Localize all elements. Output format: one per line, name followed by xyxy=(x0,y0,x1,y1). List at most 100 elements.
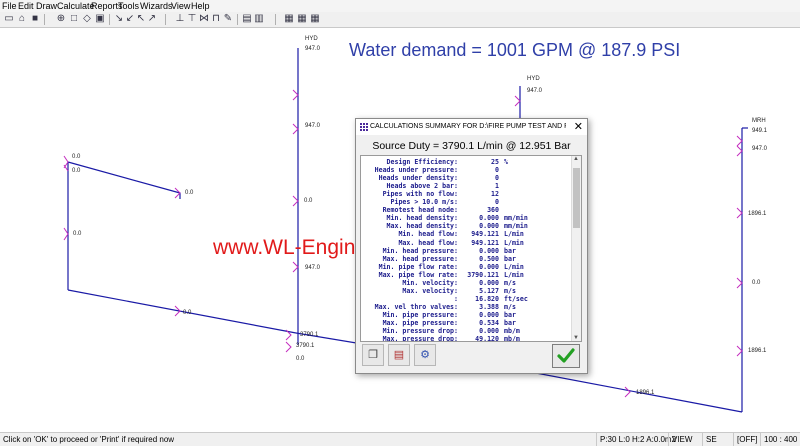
scrollbar[interactable]: ▲ ▼ xyxy=(571,156,581,341)
status-direction[interactable]: SE xyxy=(702,433,717,446)
water-demand-text: Water demand = 1001 GPM @ 187.9 PSI xyxy=(349,40,681,60)
toolbar-separator xyxy=(44,14,45,25)
status-view[interactable]: VIEW xyxy=(668,433,692,446)
node-value: 3790.1 xyxy=(296,343,315,349)
node-value: 947.0 xyxy=(527,88,543,94)
node-value: 0.0 xyxy=(72,168,81,174)
menu-bar: File Edit Draw Calculate Reports Tools W… xyxy=(0,0,800,12)
summary-row-value: 0.534 xyxy=(479,319,499,327)
summary-row-value: 949.121 xyxy=(471,230,499,239)
summary-row-value: 5.127 xyxy=(479,286,499,295)
summary-row-value: 0.500 xyxy=(479,254,499,263)
summary-row-label: Min. pipe flow rate: xyxy=(378,262,458,271)
brush-icon[interactable]: ✎ xyxy=(222,13,234,25)
close-icon[interactable]: ✕ xyxy=(574,120,583,134)
summary-row: Max. pipe pressure: 0.534 bar xyxy=(361,319,571,327)
valve-icon[interactable]: ⋈ xyxy=(198,13,210,25)
select-polygon-icon[interactable]: ◇ xyxy=(81,13,93,25)
copy-button[interactable]: ❐ xyxy=(362,344,384,366)
summary-row-value: 0 xyxy=(495,198,499,207)
tee-icon[interactable]: ⊓ xyxy=(210,13,222,25)
save-report-button[interactable]: ▤ xyxy=(388,344,410,366)
save-icon[interactable]: ■ xyxy=(29,13,41,25)
flow-marker xyxy=(736,135,743,147)
summary-row-unit: ft/sec xyxy=(504,294,528,303)
menu-tools[interactable]: Tools xyxy=(118,0,139,12)
matrix-icon[interactable]: ▦ xyxy=(296,13,308,25)
flow-marker xyxy=(292,123,299,135)
summary-row-unit: mm/min xyxy=(504,222,528,231)
scrollbar-thumb[interactable] xyxy=(573,168,580,228)
settings-report-button[interactable]: ⚙ xyxy=(414,344,436,366)
summary-row-value: 49.120 xyxy=(475,335,499,342)
summary-row-label: Max. pipe flow rate: xyxy=(378,270,458,279)
summary-row-label: Max. velocity: xyxy=(402,286,458,295)
scroll-up-icon[interactable]: ▲ xyxy=(573,156,579,162)
select-rectangle-icon[interactable]: □ xyxy=(68,13,80,25)
grid-icon[interactable]: ▦ xyxy=(283,13,295,25)
dialog-title: CALCULATIONS SUMMARY FOR D:\FIRE PUMP TE… xyxy=(370,123,566,130)
summary-row: Max. head flow: 949.121 L/min xyxy=(361,239,571,247)
menu-edit[interactable]: Edit xyxy=(18,0,34,12)
menu-draw[interactable]: Draw xyxy=(36,0,57,12)
node-value: 1896.1 xyxy=(748,211,767,217)
summary-row: Min. pressure drop: 0.000 mb/m xyxy=(361,327,571,335)
copy-report-icon[interactable]: ▤ xyxy=(241,13,253,25)
summary-row-label: Heads above 2 bar: xyxy=(386,182,458,191)
summary-row-unit: L/min xyxy=(504,270,524,279)
summary-row-label: Min. velocity: xyxy=(402,278,458,287)
pipe-node-icon[interactable]: ⊥ xyxy=(174,13,186,25)
status-coordinates: P:30 L:0 H:2 A:0.0m2 xyxy=(596,433,676,446)
ok-button[interactable] xyxy=(552,344,580,368)
summary-list[interactable]: ▲ ▼ Design Efficiency: 25% Heads under pre… xyxy=(360,155,582,342)
menu-wizards[interactable]: Wizards xyxy=(140,0,173,12)
checkmark-icon xyxy=(557,348,575,363)
node-value: 0.0 xyxy=(296,356,305,362)
node-label-hyd: HYD xyxy=(305,36,318,42)
table-icon[interactable]: ▥ xyxy=(253,13,265,25)
arrow-diagonal-icon[interactable]: ↗ xyxy=(146,13,158,25)
pipe-bottom-right xyxy=(519,369,743,413)
node-value: 0.0 xyxy=(304,198,313,204)
calculations-summary-dialog: CALCULATIONS SUMMARY FOR D:\FIRE PUMP TE… xyxy=(355,118,588,374)
summary-row-label: Max. vel thro valves: xyxy=(374,302,458,311)
summary-row: Min. head flow: 949.121 L/min xyxy=(361,230,571,238)
summary-row-unit: L/min xyxy=(504,262,524,271)
summary-row: Remotest head node: 360 xyxy=(361,206,571,214)
flow-marker xyxy=(624,386,631,398)
summary-row: Max. pipe flow rate: 3790.121 L/min xyxy=(361,271,571,279)
status-off[interactable]: [OFF] xyxy=(733,433,757,446)
summary-row-label: Min. head density: xyxy=(386,214,458,223)
flow-marker xyxy=(514,95,521,107)
settings-report-icon: ⚙ xyxy=(420,349,430,361)
scroll-down-icon[interactable]: ▼ xyxy=(573,335,579,341)
node-value: 0.0 xyxy=(183,310,192,316)
menu-help[interactable]: Help xyxy=(191,0,210,12)
menu-view[interactable]: View xyxy=(171,0,190,12)
sprinkler-head-icon[interactable]: ⊤ xyxy=(186,13,198,25)
summary-row-value: 0.000 xyxy=(479,278,499,287)
fit-screen-icon[interactable]: ▣ xyxy=(94,13,106,25)
grid-alt-icon[interactable]: ▦ xyxy=(309,13,321,25)
save-report-icon: ▤ xyxy=(393,349,405,361)
node-label-hyd: HYD xyxy=(527,76,540,82)
summary-row-unit: % xyxy=(504,158,508,166)
zoom-icon[interactable]: ⊕ xyxy=(55,13,67,25)
menu-calculate[interactable]: Calculate xyxy=(57,0,95,12)
menu-file[interactable]: File xyxy=(2,0,17,12)
dialog-title-bar[interactable]: CALCULATIONS SUMMARY FOR D:\FIRE PUMP TE… xyxy=(356,119,587,135)
summary-row-label: Heads under pressure: xyxy=(374,166,458,175)
node-value: 0.0 xyxy=(185,190,194,196)
node-value: 947.0 xyxy=(305,46,321,52)
node-value: 0.0 xyxy=(72,154,81,160)
summary-row-value: 3.388 xyxy=(479,302,499,311)
toolbar-separator xyxy=(237,14,238,25)
summary-row: Design Efficiency: 25% xyxy=(361,158,571,166)
status-message: Click on 'OK' to proceed or 'Print' if r… xyxy=(3,435,175,444)
pipe-top-branch xyxy=(67,161,181,199)
summary-row: Min. pipe pressure: 0.000 bar xyxy=(361,311,571,319)
copy-icon: ❐ xyxy=(368,349,378,361)
open-folder-icon[interactable]: ⌂ xyxy=(16,13,28,25)
new-file-icon[interactable]: ▭ xyxy=(3,13,15,25)
summary-row-label: Pipes > 10.0 m/s: xyxy=(390,198,459,207)
